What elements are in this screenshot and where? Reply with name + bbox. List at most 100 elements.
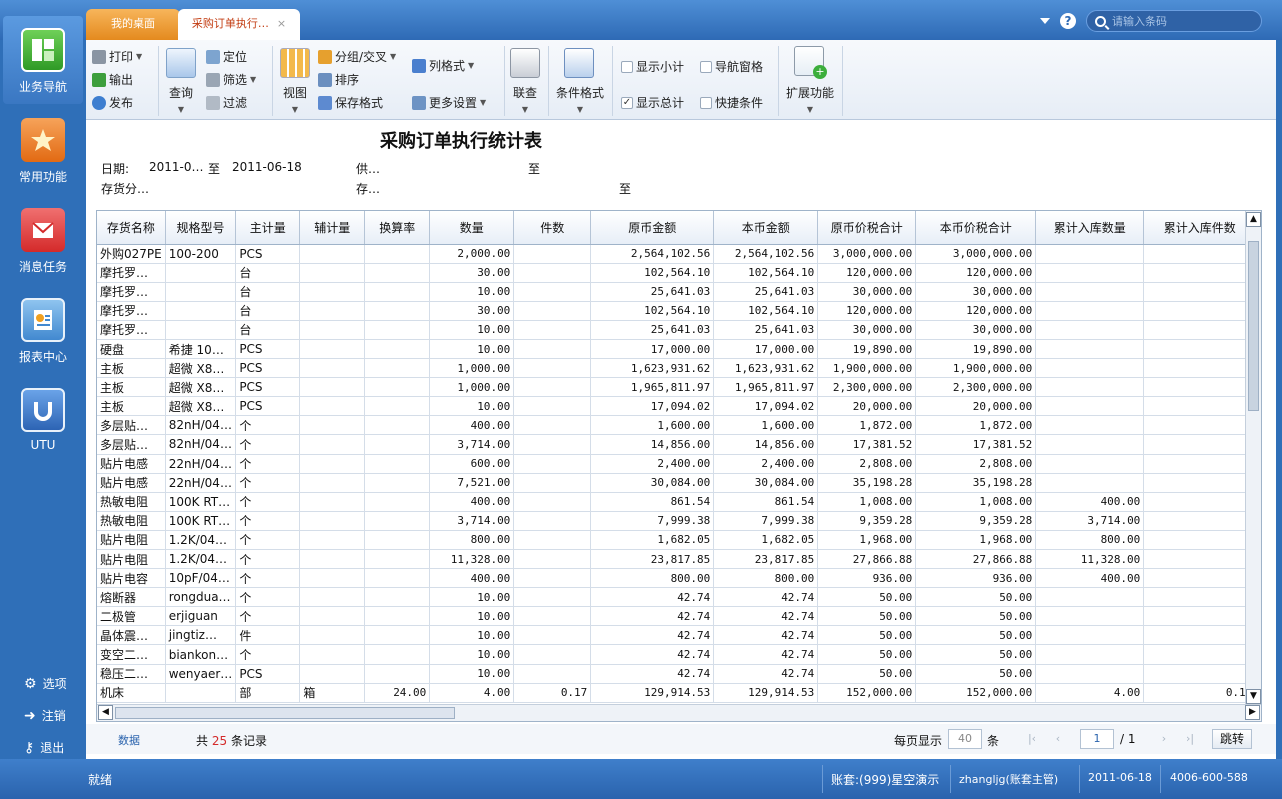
table-cell: 23,817.85 bbox=[713, 549, 819, 570]
column-header[interactable]: 数量 bbox=[429, 211, 515, 245]
table-cell bbox=[364, 358, 431, 379]
export-button[interactable]: 输出 bbox=[92, 71, 133, 88]
show-total-checkbox[interactable]: ✓ 显示总计 bbox=[621, 94, 684, 111]
query-button[interactable]: 查询 ▼ bbox=[164, 84, 198, 115]
column-header[interactable]: 本币价税合计 bbox=[915, 211, 1037, 245]
locate-button[interactable]: 定位 bbox=[206, 48, 247, 65]
subtotal-check[interactable] bbox=[621, 60, 633, 73]
page-number-input[interactable]: 1 bbox=[1080, 729, 1114, 749]
prev-page-icon[interactable]: ‹ bbox=[1048, 729, 1068, 749]
quick-condition-checkbox[interactable]: 快捷条件 bbox=[700, 94, 763, 111]
scroll-up-icon[interactable]: ▲ bbox=[1246, 212, 1261, 227]
show-subtotal-checkbox[interactable]: 显示小计 bbox=[621, 58, 684, 75]
table-row[interactable]: 贴片电阻 1.2K/04… 个 11,328.00 23,817.85 23,817.85… bbox=[97, 549, 1257, 570]
table-cell bbox=[364, 473, 431, 493]
table-row[interactable]: 机床部箱 24.00 4.00 0.17 129,914.53 129,914.53 152… bbox=[97, 683, 1257, 703]
close-icon[interactable]: × bbox=[277, 17, 286, 30]
help-icon[interactable]: ? bbox=[1060, 13, 1076, 29]
table-row[interactable]: 主板 超微 X8… PCS 1,000.00 1,965,811.97 1,965,811… bbox=[97, 377, 1257, 398]
table-row[interactable]: 贴片电感 22nH/04… 个 7,521.00 30,084.00 30,084.00 3… bbox=[97, 473, 1257, 493]
table-cell bbox=[364, 377, 431, 398]
group-cross-button[interactable]: 分组/交叉 ▼ bbox=[318, 48, 396, 65]
next-page-icon[interactable]: › bbox=[1154, 729, 1174, 749]
nav-pane-checkbox[interactable]: 导航窗格 bbox=[700, 58, 763, 75]
filter-button[interactable]: 筛选 ▼ bbox=[206, 71, 256, 88]
table-row[interactable]: 稳压二… wenyaer… PCS 10.00 42.74 42.74 50.00 50.00 bbox=[97, 664, 1257, 684]
horizontal-scroll-thumb[interactable] bbox=[115, 707, 455, 719]
tab-purchase-order-report[interactable]: 采购订单执行… × bbox=[178, 9, 300, 40]
options-button[interactable]: ⚙ 选项 bbox=[24, 675, 67, 692]
scroll-down-icon[interactable]: ▼ bbox=[1246, 689, 1261, 704]
table-row[interactable]: 晶体震… jingtiz… 件 10.00 42.74 42.74 50.00 50.00 bbox=[97, 625, 1257, 646]
tab-my-desktop[interactable]: 我的桌面 bbox=[86, 9, 180, 40]
table-row[interactable]: 主板 超微 X8… PCS 1,000.00 1,623,931.62 1,623,931… bbox=[97, 358, 1257, 379]
scroll-left-icon[interactable]: ◀ bbox=[98, 705, 113, 720]
nav-business-guide[interactable]: 业务导航 bbox=[3, 16, 83, 104]
data-link[interactable]: 数据 bbox=[118, 732, 140, 748]
save-format-button[interactable]: 保存格式 bbox=[318, 94, 383, 111]
column-format-button[interactable]: 列格式 ▼ bbox=[412, 57, 474, 74]
table-row[interactable]: 硬盘 希捷 10… PCS 10.00 17,000.00 17,000.00 19,890… bbox=[97, 339, 1257, 360]
table-cell bbox=[513, 377, 592, 398]
table-row[interactable]: 二极管 erjiguan 个 10.00 42.74 42.74 50.00 50.00 bbox=[97, 606, 1257, 627]
sort-button[interactable]: 排序 bbox=[318, 71, 359, 88]
table-row[interactable]: 熔断器 rongdua… 个 10.00 42.74 42.74 50.00 50.00 bbox=[97, 587, 1257, 608]
table-row[interactable]: 贴片电阻 1.2K/04… 个 800.00 1,682.05 1,682.05 1,968… bbox=[97, 530, 1257, 551]
vertical-scrollbar[interactable]: ▲ ▼ bbox=[1245, 211, 1261, 705]
barcode-search-box[interactable] bbox=[1086, 10, 1262, 32]
table-row[interactable]: 贴片电感 22nH/04… 个 600.00 2,400.00 2,400.00 2,808… bbox=[97, 454, 1257, 474]
quick-condition-check[interactable] bbox=[700, 96, 712, 109]
column-header[interactable]: 原币价税合计 bbox=[817, 211, 917, 245]
nav-message-tasks[interactable]: 消息任务 bbox=[0, 208, 86, 275]
exit-button[interactable]: ⚷ 退出 bbox=[24, 739, 64, 756]
column-header[interactable]: 换算率 bbox=[364, 211, 431, 245]
dropdown-arrow-icon[interactable] bbox=[1040, 18, 1050, 24]
last-page-icon[interactable]: ›| bbox=[1180, 729, 1200, 749]
table-row[interactable]: 多层贴… 82nH/04… 个 400.00 1,600.00 1,600.00 1,872… bbox=[97, 415, 1257, 436]
table-row[interactable]: 多层贴… 82nH/04… 个 3,714.00 14,856.00 14,856.00 1… bbox=[97, 434, 1257, 455]
refine-filter-button[interactable]: 过滤 bbox=[206, 94, 247, 111]
horizontal-scrollbar[interactable]: ◀ ▶ bbox=[97, 704, 1261, 721]
nav-common-functions[interactable]: 常用功能 bbox=[0, 118, 86, 185]
vertical-scroll-thumb[interactable] bbox=[1248, 241, 1259, 411]
link-query-button[interactable]: 联查 ▼ bbox=[508, 84, 542, 115]
table-row[interactable]: 主板 超微 X8… PCS 10.00 17,094.02 17,094.02 20,000… bbox=[97, 396, 1257, 417]
extend-functions-button[interactable]: 扩展功能 ▼ bbox=[782, 84, 838, 115]
table-row[interactable]: 贴片电容 10pF/04… 个 400.00 800.00 800.00 936.00 936… bbox=[97, 568, 1257, 589]
nav-report-center[interactable]: 报表中心 bbox=[0, 298, 86, 365]
table-row[interactable]: 摩托罗… 台 10.00 25,641.03 25,641.03 30,000.00 30,… bbox=[97, 282, 1257, 302]
table-row[interactable]: 热敏电阻 100K RT… 个 400.00 861.54 861.54 1,008.00 1… bbox=[97, 492, 1257, 512]
column-header[interactable]: 累计入库件数 bbox=[1143, 211, 1257, 245]
print-button[interactable]: 打印 ▼ bbox=[92, 48, 142, 65]
table-row[interactable]: 变空二… biankon… 个 10.00 42.74 42.74 50.00 50.00 bbox=[97, 644, 1257, 665]
column-header[interactable]: 辅计量 bbox=[299, 211, 366, 245]
column-header[interactable]: 存货名称 bbox=[97, 211, 166, 245]
logout-button[interactable]: ➜ 注销 bbox=[24, 707, 66, 724]
view-button[interactable]: 视图 ▼ bbox=[278, 84, 312, 115]
per-page-input[interactable]: 40 bbox=[948, 729, 982, 749]
column-header[interactable]: 主计量 bbox=[235, 211, 301, 245]
more-settings-button[interactable]: 更多设置 ▼ bbox=[412, 94, 486, 111]
total-check[interactable]: ✓ bbox=[621, 96, 633, 109]
column-header[interactable]: 累计入库数量 bbox=[1035, 211, 1145, 245]
publish-button[interactable]: 发布 bbox=[92, 94, 133, 111]
table-row[interactable]: 摩托罗… 台 30.00 102,564.10 102,564.10 120,000.00… bbox=[97, 301, 1257, 321]
nav-utu[interactable]: UTU bbox=[0, 388, 86, 452]
table-row[interactable]: 热敏电阻 100K RT… 个 3,714.00 7,999.38 7,999.38 9,3… bbox=[97, 511, 1257, 531]
column-header[interactable]: 原币金额 bbox=[590, 211, 715, 245]
table-row[interactable]: 摩托罗… 台 30.00 102,564.10 102,564.10 120,000.00… bbox=[97, 263, 1257, 283]
scroll-right-icon[interactable]: ▶ bbox=[1245, 705, 1260, 720]
jump-button[interactable]: 跳转 bbox=[1212, 729, 1252, 749]
column-header[interactable]: 规格型号 bbox=[165, 211, 237, 245]
table-row[interactable]: 外购027PE 100-200 PCS 2,000.00 2,564,102.56 2,5… bbox=[97, 244, 1257, 264]
table-header-row: 存货名称 规格型号 主计量 辅计量 换算率 数量 件数 原币金额 本币金额 原币价税合计 本币价税合… bbox=[97, 211, 1257, 245]
column-header[interactable]: 件数 bbox=[513, 211, 592, 245]
conditional-format-button[interactable]: 条件格式 ▼ bbox=[552, 84, 608, 115]
first-page-icon[interactable]: |‹ bbox=[1022, 729, 1042, 749]
table-cell: 50.00 bbox=[817, 625, 917, 646]
nav-pane-check[interactable] bbox=[700, 60, 712, 73]
table-cell bbox=[364, 568, 431, 589]
column-header[interactable]: 本币金额 bbox=[713, 211, 819, 245]
table-row[interactable]: 摩托罗… 台 10.00 25,641.03 25,641.03 30,000.00 30,… bbox=[97, 320, 1257, 340]
barcode-search-input[interactable] bbox=[1112, 14, 1252, 28]
